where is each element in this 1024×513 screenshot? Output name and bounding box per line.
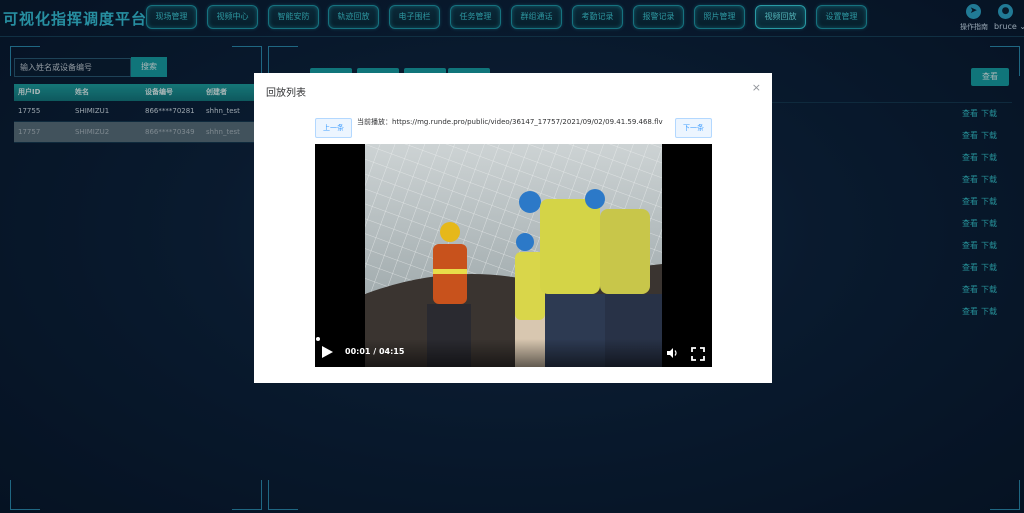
next-button[interactable]: 下一条	[675, 118, 712, 138]
video-player[interactable]: 00:01 / 04:15	[315, 144, 712, 367]
play-icon[interactable]	[322, 346, 333, 358]
time-display: 00:01 / 04:15	[345, 347, 405, 356]
video-frame	[365, 144, 662, 367]
video-controls: 00:01 / 04:15	[315, 339, 712, 367]
fullscreen-icon[interactable]	[691, 347, 705, 361]
close-icon[interactable]: ×	[752, 81, 761, 94]
playback-dialog: 回放列表 × 上一条 当前播放：https://mg.runde.pro/pub…	[254, 73, 772, 383]
volume-icon[interactable]	[666, 347, 678, 359]
previous-button[interactable]: 上一条	[315, 118, 352, 138]
dialog-title: 回放列表	[266, 88, 306, 99]
now-playing-url: 当前播放：https://mg.runde.pro/public/video/3…	[357, 118, 663, 126]
